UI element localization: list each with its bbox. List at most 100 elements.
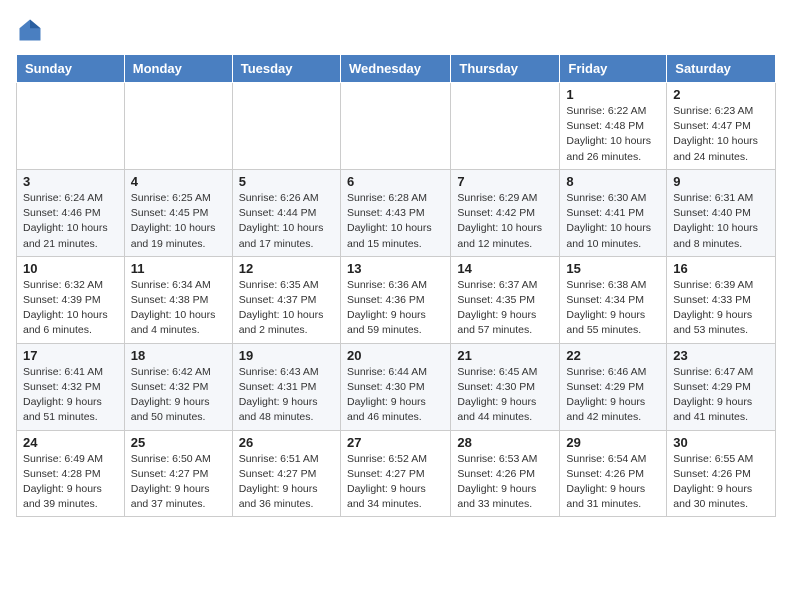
day-number: 5 xyxy=(239,174,334,189)
calendar-header-row: SundayMondayTuesdayWednesdayThursdayFrid… xyxy=(17,55,776,83)
day-info: Sunrise: 6:31 AM Sunset: 4:40 PM Dayligh… xyxy=(673,191,769,252)
day-number: 23 xyxy=(673,348,769,363)
day-number: 22 xyxy=(566,348,660,363)
day-info: Sunrise: 6:53 AM Sunset: 4:26 PM Dayligh… xyxy=(457,452,553,513)
day-info: Sunrise: 6:32 AM Sunset: 4:39 PM Dayligh… xyxy=(23,278,118,339)
calendar-cell: 28 Sunrise: 6:53 AM Sunset: 4:26 PM Dayli… xyxy=(451,430,560,517)
day-info: Sunrise: 6:52 AM Sunset: 4:27 PM Dayligh… xyxy=(347,452,444,513)
day-info: Sunrise: 6:50 AM Sunset: 4:27 PM Dayligh… xyxy=(131,452,226,513)
day-info: Sunrise: 6:49 AM Sunset: 4:28 PM Dayligh… xyxy=(23,452,118,513)
calendar-cell: 25 Sunrise: 6:50 AM Sunset: 4:27 PM Dayli… xyxy=(124,430,232,517)
day-number: 7 xyxy=(457,174,553,189)
day-number: 3 xyxy=(23,174,118,189)
col-header-thursday: Thursday xyxy=(451,55,560,83)
calendar-cell: 17 Sunrise: 6:41 AM Sunset: 4:32 PM Dayli… xyxy=(17,343,125,430)
calendar-cell: 16Sunrise: 6:39 AM Sunset: 4:33 PM Dayli… xyxy=(667,256,776,343)
day-info: Sunrise: 6:24 AM Sunset: 4:46 PM Dayligh… xyxy=(23,191,118,252)
day-info: Sunrise: 6:42 AM Sunset: 4:32 PM Dayligh… xyxy=(131,365,226,426)
col-header-sunday: Sunday xyxy=(17,55,125,83)
calendar-cell: 29 Sunrise: 6:54 AM Sunset: 4:26 PM Dayli… xyxy=(560,430,667,517)
day-info: Sunrise: 6:25 AM Sunset: 4:45 PM Dayligh… xyxy=(131,191,226,252)
calendar-week-row: 1 Sunrise: 6:22 AM Sunset: 4:48 PM Daylig… xyxy=(17,83,776,170)
day-number: 8 xyxy=(566,174,660,189)
calendar-cell: 26Sunrise: 6:51 AM Sunset: 4:27 PM Dayli… xyxy=(232,430,340,517)
calendar-cell: 3 Sunrise: 6:24 AM Sunset: 4:46 PM Daylig… xyxy=(17,169,125,256)
day-number: 4 xyxy=(131,174,226,189)
calendar-cell: 14Sunrise: 6:37 AM Sunset: 4:35 PM Dayli… xyxy=(451,256,560,343)
col-header-friday: Friday xyxy=(560,55,667,83)
day-info: Sunrise: 6:43 AM Sunset: 4:31 PM Dayligh… xyxy=(239,365,334,426)
calendar-cell: 9 Sunrise: 6:31 AM Sunset: 4:40 PM Daylig… xyxy=(667,169,776,256)
calendar-cell: 18 Sunrise: 6:42 AM Sunset: 4:32 PM Dayli… xyxy=(124,343,232,430)
calendar-week-row: 10 Sunrise: 6:32 AM Sunset: 4:39 PM Dayli… xyxy=(17,256,776,343)
day-info: Sunrise: 6:44 AM Sunset: 4:30 PM Dayligh… xyxy=(347,365,444,426)
day-info: Sunrise: 6:41 AM Sunset: 4:32 PM Dayligh… xyxy=(23,365,118,426)
logo xyxy=(16,16,48,44)
day-info: Sunrise: 6:26 AM Sunset: 4:44 PM Dayligh… xyxy=(239,191,334,252)
day-number: 30 xyxy=(673,435,769,450)
day-number: 15 xyxy=(566,261,660,276)
day-info: Sunrise: 6:35 AM Sunset: 4:37 PM Dayligh… xyxy=(239,278,334,339)
calendar-cell: 8 Sunrise: 6:30 AM Sunset: 4:41 PM Daylig… xyxy=(560,169,667,256)
calendar-cell: 21 Sunrise: 6:45 AM Sunset: 4:30 PM Dayli… xyxy=(451,343,560,430)
day-info: Sunrise: 6:54 AM Sunset: 4:26 PM Dayligh… xyxy=(566,452,660,513)
day-info: Sunrise: 6:29 AM Sunset: 4:42 PM Dayligh… xyxy=(457,191,553,252)
calendar-cell: 2 Sunrise: 6:23 AM Sunset: 4:47 PM Daylig… xyxy=(667,83,776,170)
calendar-cell: 22 Sunrise: 6:46 AM Sunset: 4:29 PM Dayli… xyxy=(560,343,667,430)
calendar-cell: 27 Sunrise: 6:52 AM Sunset: 4:27 PM Dayli… xyxy=(340,430,450,517)
calendar-cell: 24Sunrise: 6:49 AM Sunset: 4:28 PM Dayli… xyxy=(17,430,125,517)
calendar-cell: 15 Sunrise: 6:38 AM Sunset: 4:34 PM Dayli… xyxy=(560,256,667,343)
day-number: 25 xyxy=(131,435,226,450)
calendar-week-row: 3 Sunrise: 6:24 AM Sunset: 4:46 PM Daylig… xyxy=(17,169,776,256)
day-info: Sunrise: 6:46 AM Sunset: 4:29 PM Dayligh… xyxy=(566,365,660,426)
day-info: Sunrise: 6:30 AM Sunset: 4:41 PM Dayligh… xyxy=(566,191,660,252)
day-number: 10 xyxy=(23,261,118,276)
calendar-cell xyxy=(124,83,232,170)
day-number: 18 xyxy=(131,348,226,363)
calendar-cell: 19 Sunrise: 6:43 AM Sunset: 4:31 PM Dayli… xyxy=(232,343,340,430)
calendar-cell: 10 Sunrise: 6:32 AM Sunset: 4:39 PM Dayli… xyxy=(17,256,125,343)
day-info: Sunrise: 6:34 AM Sunset: 4:38 PM Dayligh… xyxy=(131,278,226,339)
col-header-tuesday: Tuesday xyxy=(232,55,340,83)
day-info: Sunrise: 6:51 AM Sunset: 4:27 PM Dayligh… xyxy=(239,452,334,513)
calendar-cell xyxy=(232,83,340,170)
calendar-cell: 5 Sunrise: 6:26 AM Sunset: 4:44 PM Daylig… xyxy=(232,169,340,256)
day-number: 14 xyxy=(457,261,553,276)
calendar-cell: 1 Sunrise: 6:22 AM Sunset: 4:48 PM Daylig… xyxy=(560,83,667,170)
calendar-week-row: 17 Sunrise: 6:41 AM Sunset: 4:32 PM Dayli… xyxy=(17,343,776,430)
day-info: Sunrise: 6:36 AM Sunset: 4:36 PM Dayligh… xyxy=(347,278,444,339)
calendar-cell: 12 Sunrise: 6:35 AM Sunset: 4:37 PM Dayli… xyxy=(232,256,340,343)
day-number: 9 xyxy=(673,174,769,189)
calendar-cell: 30 Sunrise: 6:55 AM Sunset: 4:26 PM Dayli… xyxy=(667,430,776,517)
day-info: Sunrise: 6:38 AM Sunset: 4:34 PM Dayligh… xyxy=(566,278,660,339)
day-number: 27 xyxy=(347,435,444,450)
col-header-monday: Monday xyxy=(124,55,232,83)
day-number: 2 xyxy=(673,87,769,102)
day-number: 6 xyxy=(347,174,444,189)
day-number: 28 xyxy=(457,435,553,450)
calendar-cell: 20 Sunrise: 6:44 AM Sunset: 4:30 PM Dayli… xyxy=(340,343,450,430)
day-info: Sunrise: 6:39 AM Sunset: 4:33 PM Dayligh… xyxy=(673,278,769,339)
day-number: 12 xyxy=(239,261,334,276)
day-number: 17 xyxy=(23,348,118,363)
day-info: Sunrise: 6:23 AM Sunset: 4:47 PM Dayligh… xyxy=(673,104,769,165)
day-number: 13 xyxy=(347,261,444,276)
day-number: 21 xyxy=(457,348,553,363)
day-info: Sunrise: 6:55 AM Sunset: 4:26 PM Dayligh… xyxy=(673,452,769,513)
day-number: 19 xyxy=(239,348,334,363)
day-number: 20 xyxy=(347,348,444,363)
day-info: Sunrise: 6:22 AM Sunset: 4:48 PM Dayligh… xyxy=(566,104,660,165)
calendar-table: SundayMondayTuesdayWednesdayThursdayFrid… xyxy=(16,54,776,517)
calendar-cell xyxy=(340,83,450,170)
calendar-cell: 11Sunrise: 6:34 AM Sunset: 4:38 PM Dayli… xyxy=(124,256,232,343)
day-info: Sunrise: 6:28 AM Sunset: 4:43 PM Dayligh… xyxy=(347,191,444,252)
page-header xyxy=(16,16,776,44)
col-header-saturday: Saturday xyxy=(667,55,776,83)
day-number: 29 xyxy=(566,435,660,450)
calendar-cell: 4 Sunrise: 6:25 AM Sunset: 4:45 PM Daylig… xyxy=(124,169,232,256)
calendar-cell: 6 Sunrise: 6:28 AM Sunset: 4:43 PM Daylig… xyxy=(340,169,450,256)
day-info: Sunrise: 6:47 AM Sunset: 4:29 PM Dayligh… xyxy=(673,365,769,426)
day-number: 1 xyxy=(566,87,660,102)
day-info: Sunrise: 6:45 AM Sunset: 4:30 PM Dayligh… xyxy=(457,365,553,426)
logo-icon xyxy=(16,16,44,44)
